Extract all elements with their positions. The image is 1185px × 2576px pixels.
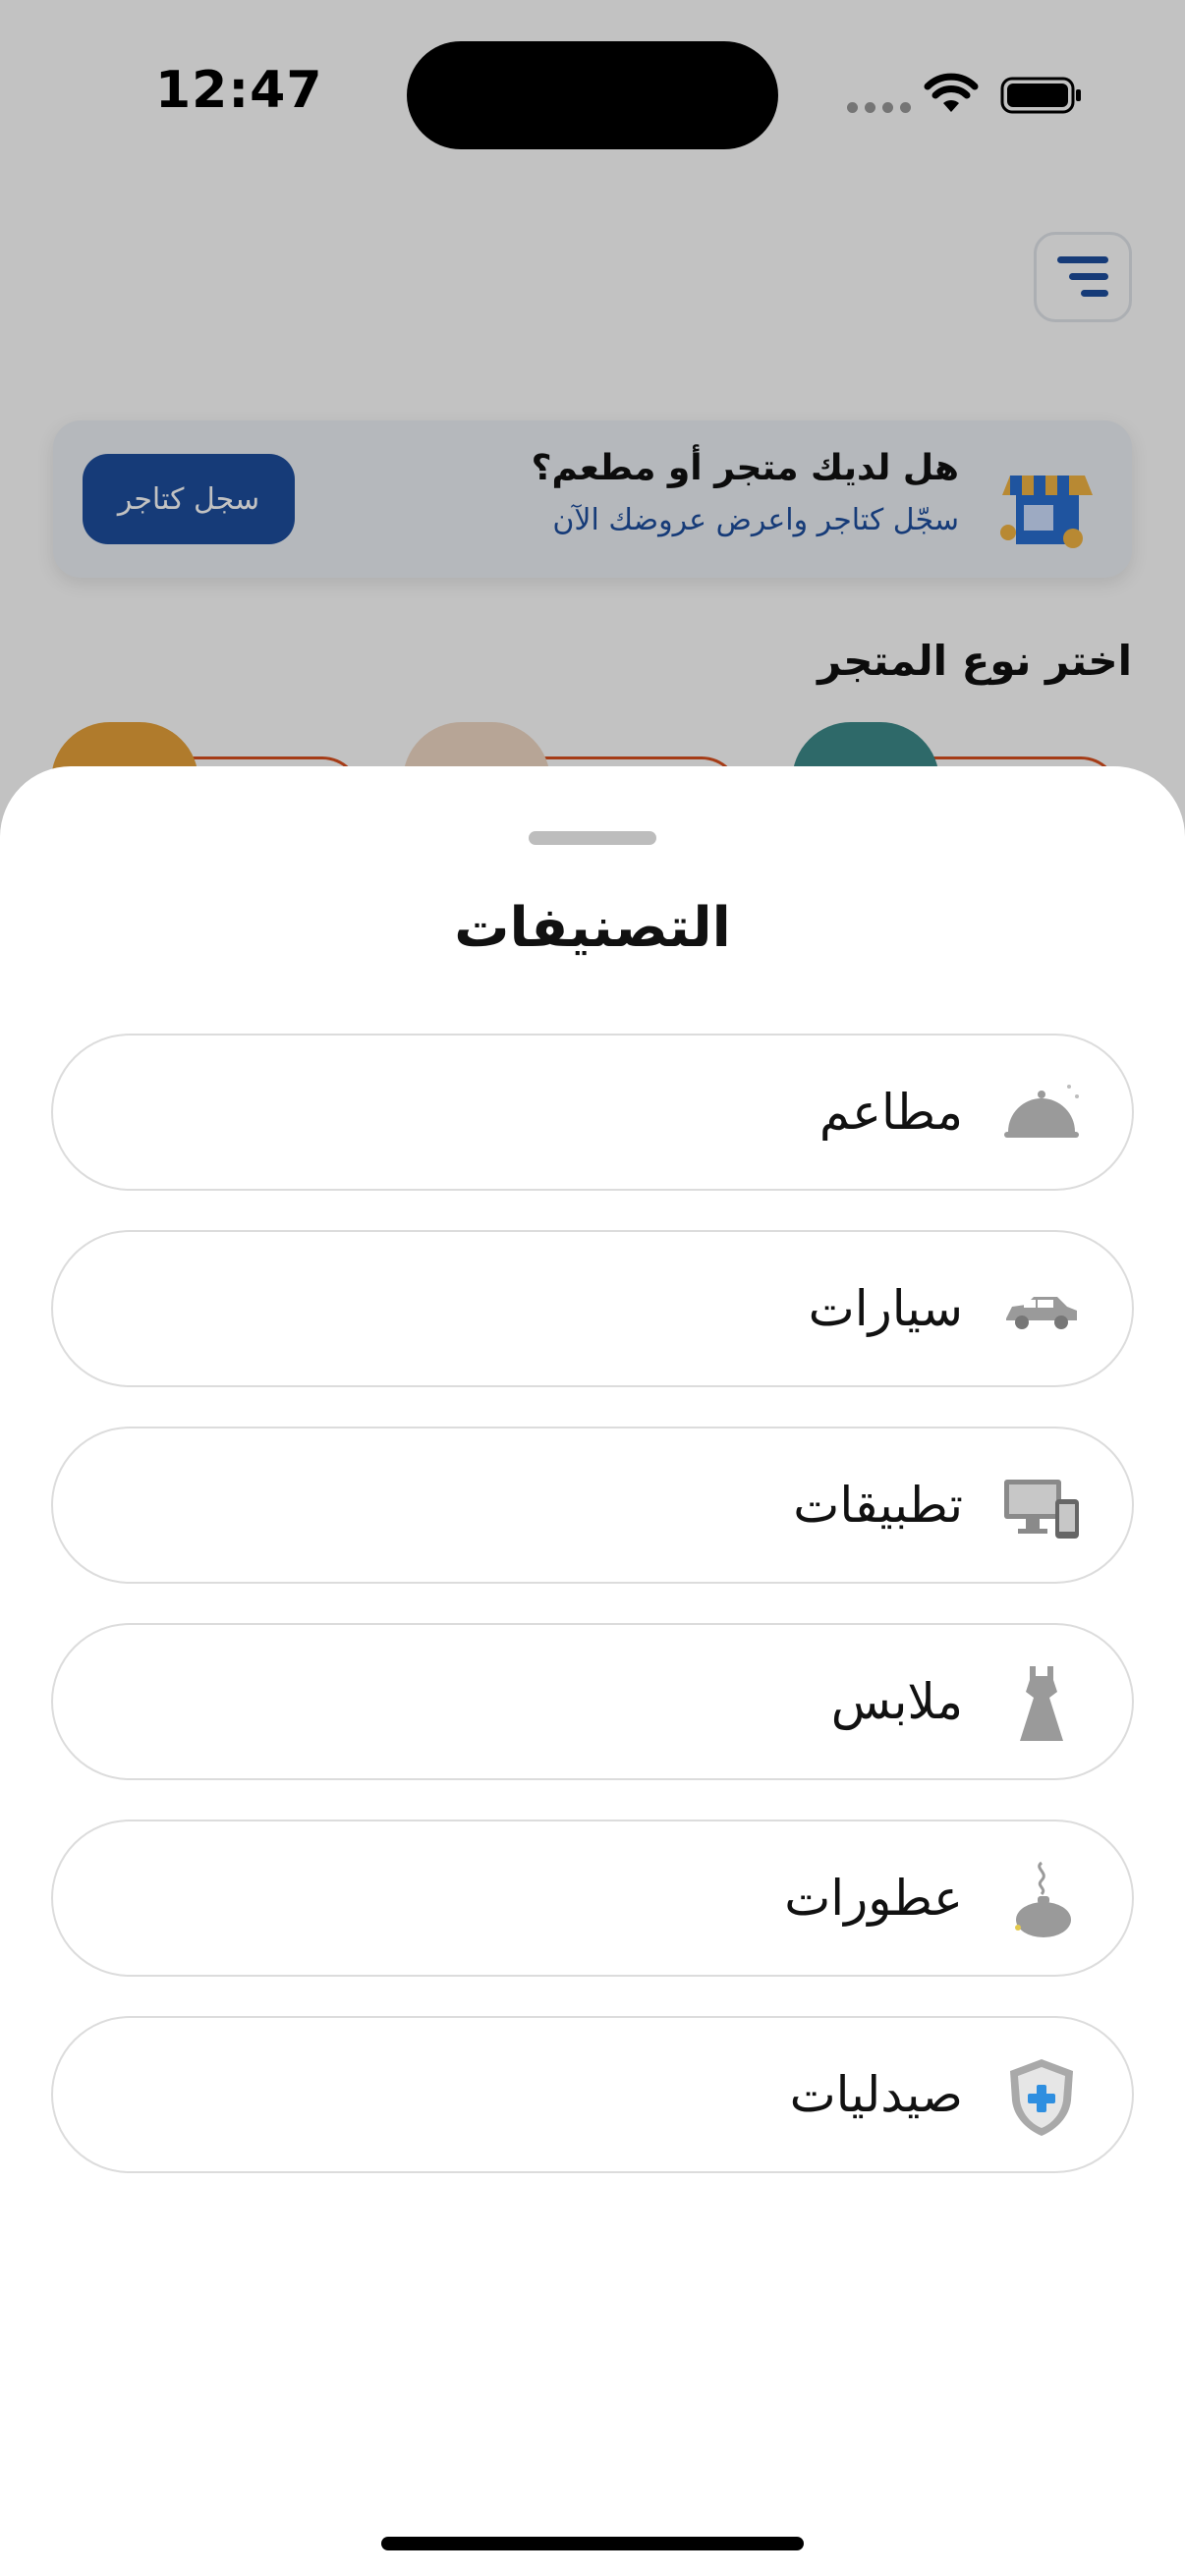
category-item-restaurants[interactable]: مطاعم xyxy=(51,1034,1134,1191)
category-item-clothes[interactable]: ملابس xyxy=(51,1623,1134,1780)
category-label: صيدليات xyxy=(789,2066,963,2123)
category-item-apps[interactable]: تطبيقات xyxy=(51,1427,1134,1584)
sheet-title: التصنيفات xyxy=(454,896,731,960)
category-label: سيارات xyxy=(808,1280,963,1337)
home-indicator[interactable] xyxy=(381,2537,804,2550)
sheet-drag-handle[interactable] xyxy=(529,831,656,845)
car-icon xyxy=(1006,1297,1077,1329)
restaurant-cloche-icon xyxy=(1004,1085,1079,1138)
category-label: عطورات xyxy=(784,1870,963,1927)
category-label: ملابس xyxy=(830,1673,963,1730)
incense-burner-icon xyxy=(1015,1861,1071,1937)
medical-shield-icon xyxy=(1010,2059,1073,2136)
category-label: تطبيقات xyxy=(793,1477,963,1534)
dress-icon xyxy=(1020,1666,1063,1741)
category-item-cars[interactable]: سيارات xyxy=(51,1230,1134,1387)
category-item-pharmacies[interactable]: صيدليات xyxy=(51,2016,1134,2173)
category-label: مطاعم xyxy=(818,1084,963,1141)
devices-icon xyxy=(1004,1480,1079,1539)
category-item-perfumes[interactable]: عطورات xyxy=(51,1820,1134,1977)
